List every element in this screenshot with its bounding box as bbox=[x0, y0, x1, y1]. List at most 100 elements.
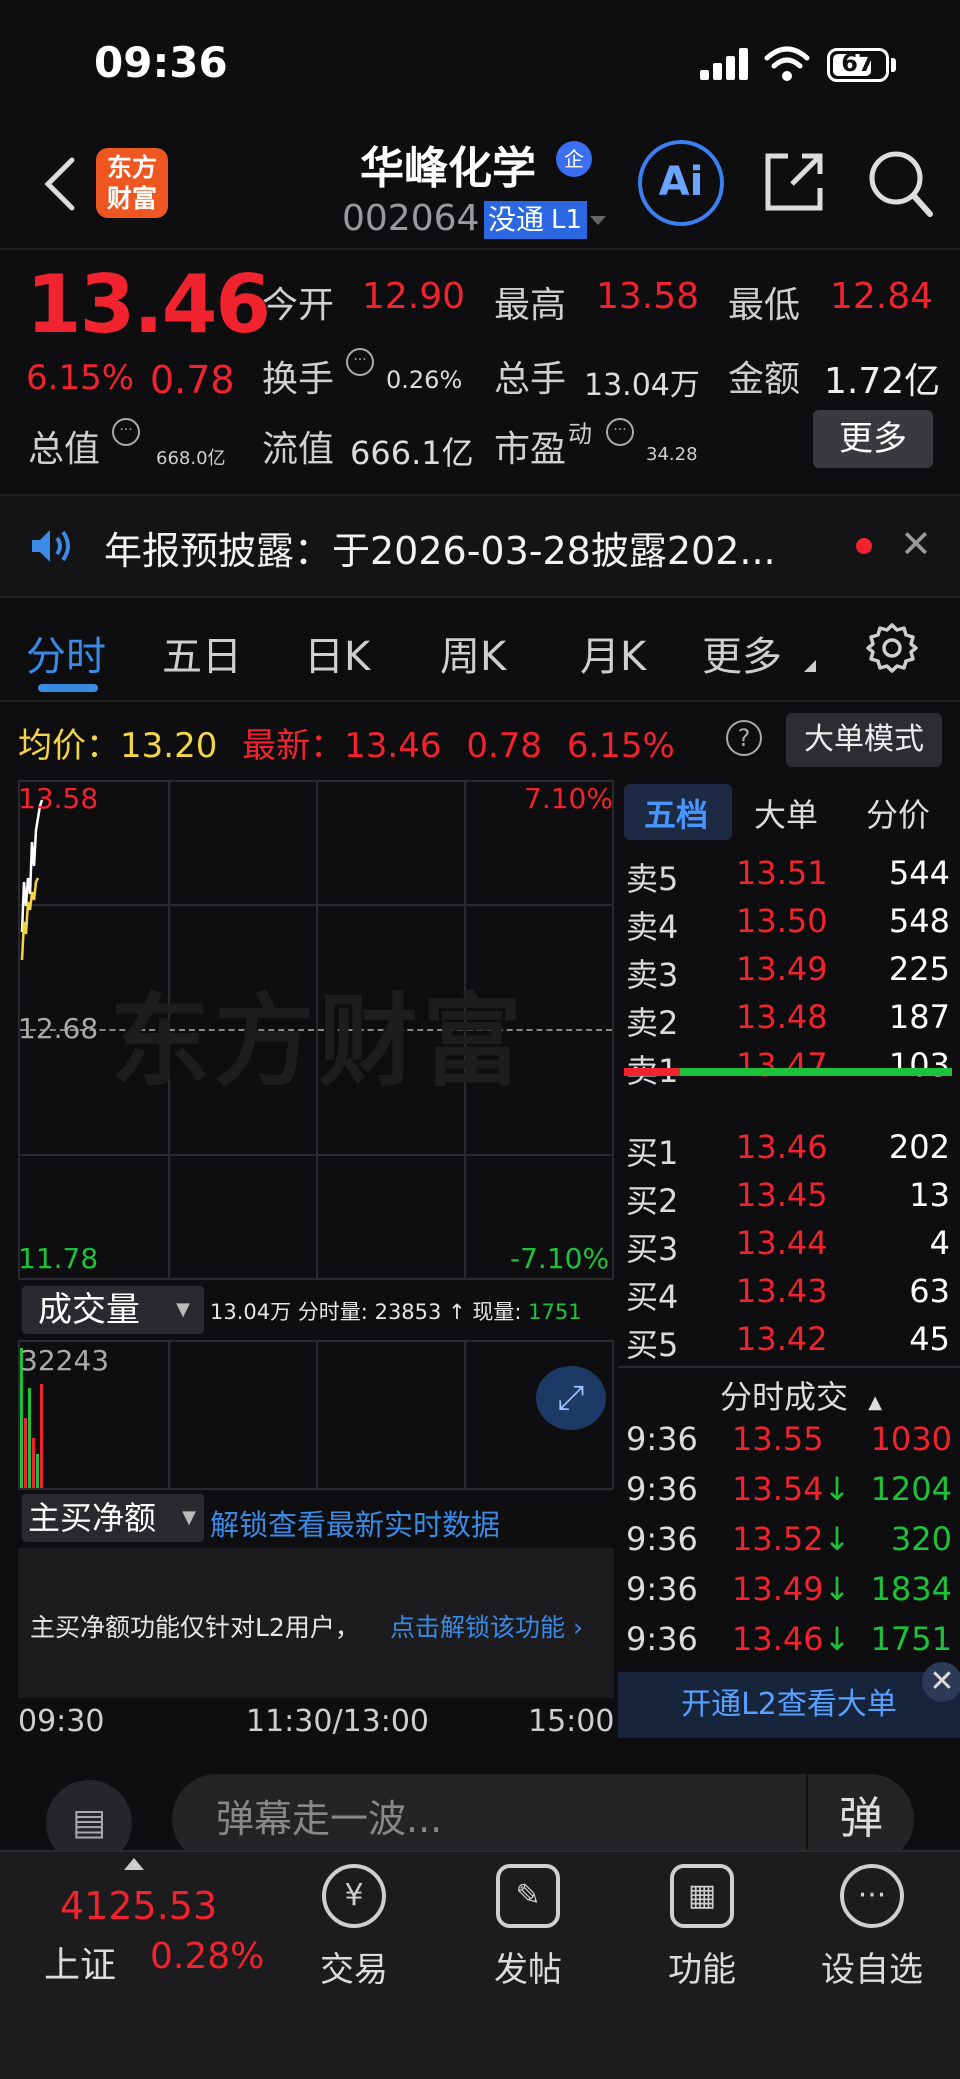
back-icon[interactable] bbox=[40, 154, 80, 214]
trades-title[interactable]: 分时成交 ▲ bbox=[720, 1372, 882, 1418]
chevron-right-icon: › bbox=[572, 1613, 583, 1642]
float-cap-value: 666.1亿 bbox=[350, 434, 474, 472]
high-value: 13.58 bbox=[596, 276, 700, 317]
battery-level: 67 bbox=[841, 49, 875, 77]
search-icon[interactable] bbox=[866, 148, 934, 218]
ask-price: 13.49 bbox=[736, 950, 828, 988]
code-dropdown-icon[interactable] bbox=[588, 214, 608, 228]
pe-info-icon[interactable]: ··· bbox=[606, 418, 634, 446]
nav-post-label: 发帖 bbox=[494, 1950, 562, 1990]
bid-price: 13.44 bbox=[736, 1224, 828, 1262]
volume-period-label: 分时量: bbox=[297, 1300, 368, 1324]
ask-label: 卖5 bbox=[626, 860, 679, 898]
net-buy-unlock-button[interactable]: 点击解锁该功能 › bbox=[390, 1608, 583, 1644]
eastmoney-logo[interactable]: 东方 财富 bbox=[96, 148, 168, 218]
trade-qty: 1751 bbox=[870, 1620, 952, 1658]
logo-line2: 财富 bbox=[106, 184, 157, 213]
settings-gear-icon[interactable] bbox=[866, 622, 918, 674]
notice-text[interactable]: 年报预披露：于2026-03-28披露202... bbox=[104, 520, 776, 575]
trade-time: 9:36 bbox=[626, 1520, 698, 1558]
index-expand-icon[interactable] bbox=[124, 1858, 144, 1870]
share-icon[interactable] bbox=[762, 148, 828, 214]
nav-post[interactable]: ✎ 发帖 bbox=[458, 1864, 598, 1991]
bid-label: 买4 bbox=[626, 1278, 679, 1316]
index-name[interactable]: 上证 bbox=[44, 1936, 116, 1988]
tab-order-book[interactable]: 五档 bbox=[644, 790, 708, 836]
high-label: 最高 bbox=[494, 285, 567, 326]
speaker-icon bbox=[32, 530, 70, 562]
stock-name: 华峰化学 bbox=[360, 143, 536, 194]
wifi-icon bbox=[764, 46, 810, 81]
tab-more[interactable]: 更多 bbox=[702, 624, 782, 682]
float-cap-label: 流值 bbox=[262, 429, 335, 470]
latest-value: 13.46 bbox=[344, 726, 442, 766]
net-buy-indicator-select[interactable]: 主买净额 ▼ bbox=[22, 1494, 204, 1542]
logo-line1: 东方 bbox=[106, 153, 157, 182]
l2-banner-close-icon[interactable]: ✕ bbox=[922, 1662, 960, 1702]
open-value: 12.90 bbox=[362, 276, 466, 317]
turnover-info-icon[interactable]: ··· bbox=[346, 348, 374, 376]
trade-row: 9:36 13.52↓ 320 bbox=[626, 1520, 952, 1568]
tab-price-distribution[interactable]: 分价 bbox=[866, 790, 930, 836]
trade-price: 13.54↓ bbox=[732, 1470, 850, 1508]
level-tag[interactable]: L1 bbox=[546, 201, 588, 239]
trade-row: 9:36 13.54↓ 1204 bbox=[626, 1470, 952, 1518]
ask-label: 卖3 bbox=[626, 956, 679, 994]
help-icon[interactable]: ? bbox=[726, 720, 762, 756]
chart-high-pct: 7.10% bbox=[524, 782, 613, 815]
ask-row[interactable]: 卖3 13.49 225 bbox=[626, 950, 950, 998]
ask-price: 13.51 bbox=[736, 854, 828, 892]
net-buy-unlock-link[interactable]: 解锁查看最新实时数据 bbox=[210, 1502, 500, 1544]
index-pct[interactable]: 0.28% bbox=[150, 1936, 264, 1977]
trade-qty: 320 bbox=[890, 1520, 952, 1558]
trade-price-text: 13.52 bbox=[732, 1520, 824, 1558]
time-axis-end: 15:00 bbox=[528, 1704, 615, 1739]
nav-functions[interactable]: ▦ 功能 bbox=[632, 1864, 772, 1991]
tab-big-orders[interactable]: 大单 bbox=[754, 790, 818, 836]
l2-upgrade-banner[interactable]: 开通L2查看大单 bbox=[618, 1672, 960, 1738]
connect-tag[interactable]: 没通 bbox=[484, 201, 549, 239]
tab-weekly-k[interactable]: 周K bbox=[440, 624, 506, 682]
volume-indicator-select[interactable]: 成交量 ▼ bbox=[22, 1286, 204, 1334]
nav-trade[interactable]: ¥ 交易 bbox=[284, 1864, 424, 1991]
tab-five-day[interactable]: 五日 bbox=[162, 624, 242, 682]
nav-add-watchlist[interactable]: ··· 设自选 bbox=[802, 1864, 942, 1991]
bid-qty: 202 bbox=[888, 1128, 950, 1166]
nav-functions-label: 功能 bbox=[668, 1950, 736, 1990]
market-cap-info-icon[interactable]: ··· bbox=[112, 418, 140, 446]
ask-row[interactable]: 卖4 13.50 548 bbox=[626, 902, 950, 950]
bid-row[interactable]: 买3 13.44 4 bbox=[626, 1224, 950, 1272]
battery-icon: 67 bbox=[827, 48, 889, 82]
trade-arrow-icon: ↓ bbox=[823, 1520, 851, 1558]
latest-label: 最新： bbox=[242, 726, 345, 766]
tab-more-caret-icon bbox=[804, 660, 816, 672]
notice-close-icon[interactable]: ✕ bbox=[900, 522, 932, 566]
bid-row[interactable]: 买4 13.43 63 bbox=[626, 1272, 950, 1320]
ask-qty: 225 bbox=[888, 950, 950, 988]
bid-label: 买3 bbox=[626, 1230, 679, 1268]
order-book-divider bbox=[618, 1366, 960, 1368]
bid-row[interactable]: 买1 13.46 202 bbox=[626, 1128, 950, 1176]
volume-bar bbox=[24, 1418, 27, 1488]
bid-row[interactable]: 买5 13.42 45 bbox=[626, 1320, 950, 1368]
ask-row[interactable]: 卖2 13.48 187 bbox=[626, 998, 950, 1046]
more-quote-button[interactable]: 更多 bbox=[813, 410, 933, 468]
volume-now: 1751 bbox=[528, 1300, 582, 1324]
expand-chart-icon[interactable]: ⤢ bbox=[536, 1366, 606, 1430]
ask-row[interactable]: 卖5 13.51 544 bbox=[626, 854, 950, 902]
bid-price: 13.45 bbox=[736, 1176, 828, 1214]
tab-monthly-k[interactable]: 月K bbox=[580, 624, 646, 682]
trade-arrow-icon: ↓ bbox=[823, 1620, 851, 1658]
ask-qty: 548 bbox=[888, 902, 950, 940]
bid-qty: 63 bbox=[909, 1272, 950, 1310]
bid-price: 13.43 bbox=[736, 1272, 828, 1310]
tab-intraday[interactable]: 分时 bbox=[26, 624, 106, 682]
ai-button[interactable]: Ai bbox=[638, 140, 724, 226]
bid-row[interactable]: 买2 13.45 13 bbox=[626, 1176, 950, 1224]
index-value[interactable]: 4125.53 bbox=[60, 1884, 217, 1928]
volume-select-label: 成交量 bbox=[38, 1290, 140, 1330]
trade-price: 13.46↓ bbox=[732, 1620, 850, 1658]
trade-time: 9:36 bbox=[626, 1470, 698, 1508]
tab-daily-k[interactable]: 日K bbox=[304, 624, 370, 682]
big-order-mode-button[interactable]: 大单模式 bbox=[786, 713, 942, 767]
